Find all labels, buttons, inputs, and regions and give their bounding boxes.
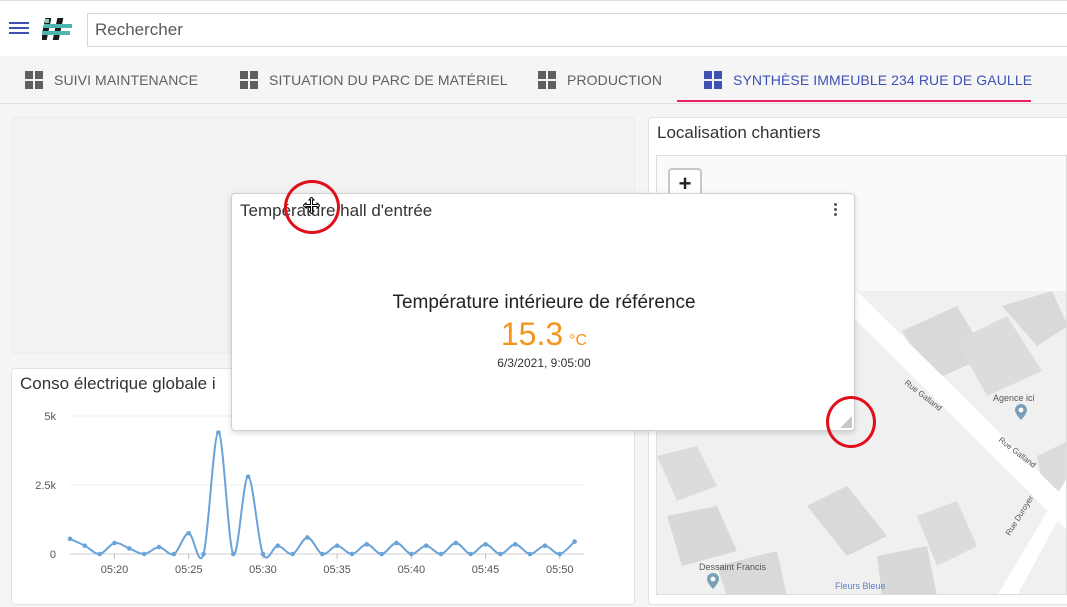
- dashboard-tabs: SUIVI MAINTENANCE SITUATION DU PARC DE M…: [0, 56, 1067, 104]
- data-point[interactable]: [349, 551, 355, 557]
- tab-label: SYNTHÈSE IMMEUBLE 234 RUE DE GAULLE: [733, 72, 1033, 88]
- data-point[interactable]: [409, 551, 414, 557]
- data-point[interactable]: [305, 535, 310, 540]
- data-point[interactable]: [67, 536, 73, 542]
- x-tick-label: 05:25: [175, 564, 203, 576]
- tab-label: SUIVI MAINTENANCE: [54, 72, 199, 88]
- data-point[interactable]: [230, 551, 236, 557]
- tab-suivi-maintenance[interactable]: SUIVI MAINTENANCE: [25, 56, 198, 104]
- app-logo-icon: [42, 18, 72, 40]
- y-tick-label: 0: [50, 549, 56, 561]
- dashboard-icon: [538, 71, 556, 89]
- data-point[interactable]: [171, 551, 177, 557]
- dashboard-icon: [25, 71, 43, 89]
- map-pin-icon: [707, 573, 719, 589]
- tab-label: PRODUCTION: [567, 72, 663, 88]
- data-point[interactable]: [572, 539, 577, 544]
- data-point[interactable]: [290, 551, 295, 557]
- x-tick-label: 05:20: [101, 564, 129, 576]
- annotation-circle-resize: [826, 396, 876, 448]
- data-point[interactable]: [438, 551, 444, 557]
- data-point[interactable]: [156, 544, 162, 550]
- temperature-value: 15.3 °C: [232, 316, 856, 353]
- poi-label: Agence ici: [993, 393, 1035, 403]
- data-point[interactable]: [260, 551, 266, 557]
- tab-production[interactable]: PRODUCTION: [538, 56, 662, 104]
- data-point[interactable]: [97, 551, 102, 557]
- data-point[interactable]: [512, 542, 518, 547]
- data-point[interactable]: [334, 543, 340, 549]
- data-point[interactable]: [394, 540, 399, 546]
- data-point[interactable]: [245, 474, 251, 480]
- x-tick-label: 05:45: [472, 564, 500, 576]
- poi-label: Fleurs Bleue: [835, 581, 886, 591]
- x-tick-label: 05:30: [249, 564, 277, 576]
- data-point[interactable]: [364, 542, 370, 547]
- data-point[interactable]: [186, 531, 192, 536]
- temperature-timestamp: 6/3/2021, 9:05:00: [497, 356, 591, 370]
- data-point[interactable]: [82, 543, 88, 549]
- data-point[interactable]: [453, 540, 459, 546]
- top-bar: [0, 0, 1067, 56]
- data-point[interactable]: [141, 551, 147, 557]
- tab-synthese-immeuble[interactable]: SYNTHÈSE IMMEUBLE 234 RUE DE GAULLE: [704, 56, 1032, 104]
- annotation-circle-drag: [284, 180, 340, 234]
- map-card-title: Localisation chantiers: [657, 123, 821, 142]
- data-point[interactable]: [112, 540, 117, 546]
- data-point[interactable]: [423, 543, 429, 549]
- search-input[interactable]: [87, 13, 1067, 47]
- menu-icon[interactable]: [8, 19, 30, 39]
- data-point[interactable]: [127, 546, 132, 551]
- x-tick-label: 05:40: [398, 564, 426, 576]
- data-point[interactable]: [527, 551, 533, 557]
- temperature-label: Température intérieure de référence: [392, 292, 696, 313]
- more-vert-icon[interactable]: [834, 203, 838, 217]
- tab-situation-parc[interactable]: SITUATION DU PARC DE MATÉRIEL: [240, 56, 508, 104]
- temperature-number: 15.3: [500, 316, 564, 352]
- active-tab-indicator: [677, 100, 1031, 102]
- poi-label: Dessaint Francis: [699, 562, 767, 572]
- data-point[interactable]: [498, 551, 503, 557]
- dashboard-icon: [704, 71, 722, 89]
- map-pin-icon: [1015, 404, 1027, 420]
- x-tick-label: 05:35: [323, 564, 351, 576]
- data-point[interactable]: [483, 542, 488, 547]
- y-tick-label: 2.5k: [35, 480, 56, 492]
- data-point[interactable]: [379, 551, 384, 557]
- data-point[interactable]: [201, 551, 206, 557]
- dashboard-icon: [240, 71, 258, 89]
- data-point[interactable]: [468, 551, 473, 557]
- tab-label: SITUATION DU PARC DE MATÉRIEL: [269, 72, 508, 88]
- series-line: [69, 431, 576, 559]
- data-point[interactable]: [216, 430, 221, 435]
- y-tick-label: 5k: [44, 411, 56, 423]
- data-point[interactable]: [557, 551, 563, 557]
- temperature-unit: °C: [569, 332, 588, 349]
- data-point[interactable]: [275, 543, 281, 549]
- data-point[interactable]: [319, 551, 325, 557]
- x-tick-label: 05:50: [546, 564, 574, 576]
- data-point[interactable]: [542, 543, 548, 549]
